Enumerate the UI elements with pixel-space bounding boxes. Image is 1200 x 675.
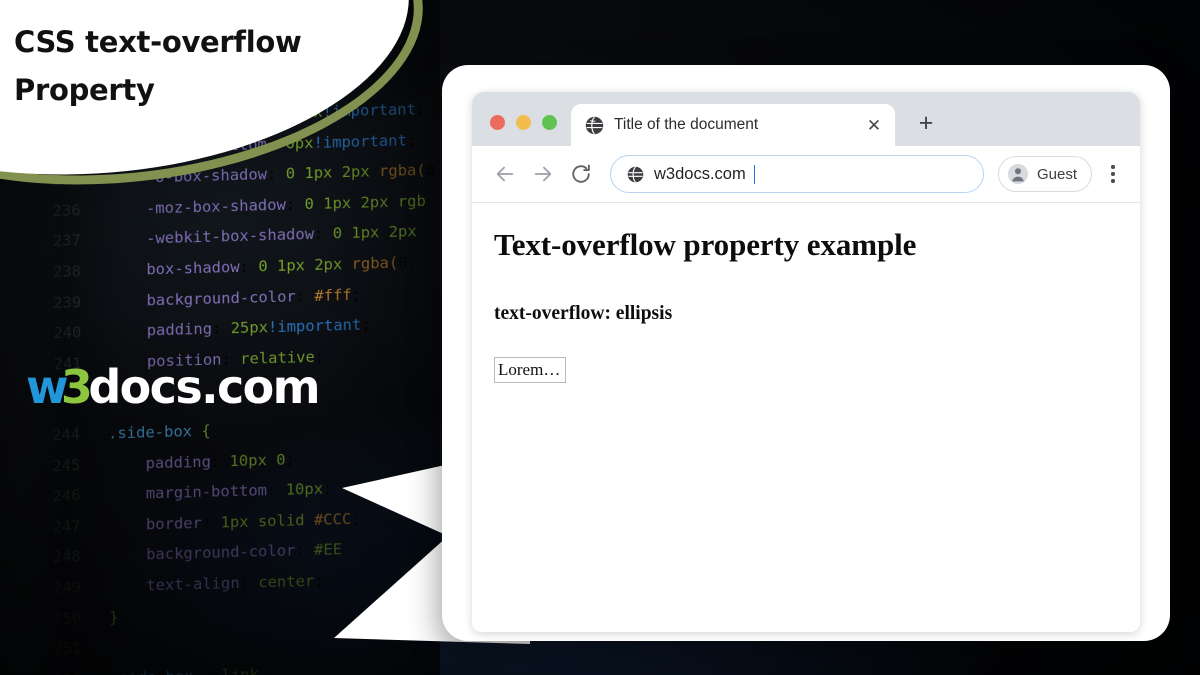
text-overflow-demo-box: Lorem ipsum dolor sit amet xyxy=(494,357,566,383)
page-subheading: text-overflow: ellipsis xyxy=(494,303,673,324)
arrow-right-icon xyxy=(534,166,552,182)
browser-tab[interactable]: Title of the document ✕ xyxy=(571,104,895,146)
new-tab-button[interactable]: + xyxy=(909,106,943,140)
kebab-dot xyxy=(1111,165,1115,169)
slide-canvas: 233 padding-bottom: 0px!important;234 bo… xyxy=(0,0,1200,675)
address-bar-text: w3docs.com xyxy=(654,164,746,183)
page-viewport: Text-overflow property example text-over… xyxy=(472,203,1140,632)
browser-toolbar: w3docs.com Guest xyxy=(472,146,1140,203)
globe-icon xyxy=(585,116,604,134)
close-window-button[interactable] xyxy=(490,115,505,130)
arrow-left-icon xyxy=(496,166,514,182)
close-tab-button[interactable]: ✕ xyxy=(863,114,885,136)
back-button[interactable] xyxy=(488,157,522,191)
title-line-1: CSS text-overflow xyxy=(14,25,302,59)
reload-icon xyxy=(572,164,590,183)
page-title: CSS text-overflow Property xyxy=(14,18,344,114)
title-line-2: Property xyxy=(14,73,155,107)
logo-3: 3 xyxy=(60,360,93,414)
text-cursor xyxy=(753,164,756,184)
address-bar[interactable]: w3docs.com xyxy=(610,155,984,193)
kebab-dot xyxy=(1111,172,1115,176)
person-icon xyxy=(1007,163,1029,185)
profile-label: Guest xyxy=(1036,165,1077,183)
browser-menu-button[interactable] xyxy=(1100,157,1126,191)
tab-title: Title of the document xyxy=(614,116,759,133)
minimize-window-button[interactable] xyxy=(516,115,531,130)
browser-tab-strip: Title of the document ✕ + xyxy=(472,92,1140,146)
kebab-dot xyxy=(1111,179,1115,183)
profile-button[interactable]: Guest xyxy=(997,156,1092,192)
forward-button[interactable] xyxy=(526,157,560,191)
maximize-window-button[interactable] xyxy=(542,115,557,130)
logo-docs-com: docs.com xyxy=(88,360,320,414)
globe-icon xyxy=(627,166,644,182)
page-heading: Text-overflow property example xyxy=(494,227,917,262)
w3docs-logo: w 3 docs.com xyxy=(26,360,321,414)
reload-button[interactable] xyxy=(564,157,598,191)
window-controls xyxy=(472,115,571,146)
browser-window: Title of the document ✕ + w3docs.com Gue… xyxy=(472,92,1140,632)
